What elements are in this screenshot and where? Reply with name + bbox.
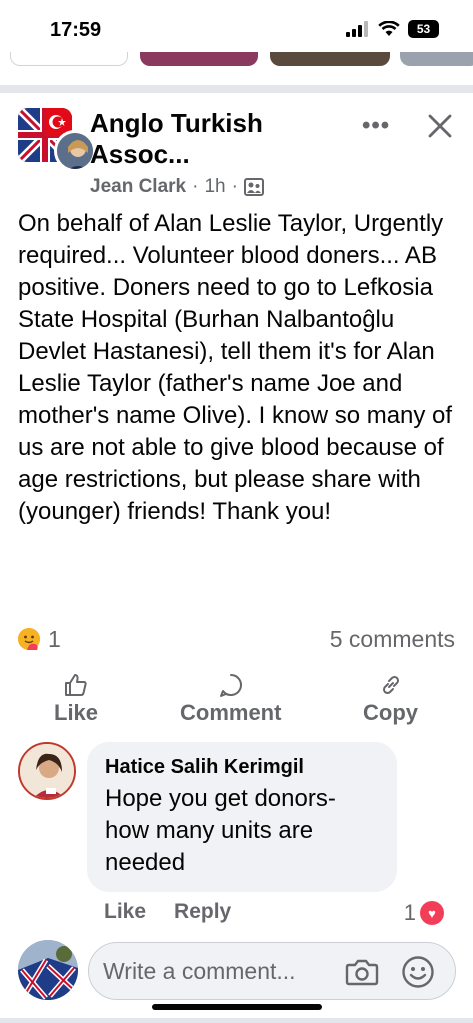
- my-avatar: [18, 940, 78, 1000]
- post-actions: Like Comment Copy: [0, 672, 473, 732]
- like-button[interactable]: Like: [54, 672, 98, 726]
- comment-reaction-count: 1: [403, 900, 416, 925]
- signal-icon: [346, 21, 368, 37]
- previous-content-strip: [0, 52, 473, 70]
- copy-label: Copy: [363, 700, 418, 725]
- feed-divider: [0, 85, 473, 93]
- like-label: Like: [54, 700, 99, 725]
- members-icon: [243, 178, 264, 196]
- comment-label: Comment: [180, 700, 282, 725]
- comment-count[interactable]: 5 comments: [330, 626, 455, 653]
- comment-reactions[interactable]: 1 ♥: [404, 900, 444, 926]
- comment-bubble-icon: [219, 674, 242, 697]
- post-meta: Jean Clark · 1h ·: [90, 176, 264, 198]
- comment-actions: Like Reply: [104, 900, 231, 924]
- status-time: 17:59: [50, 19, 102, 41]
- copy-button[interactable]: Copy: [363, 672, 418, 726]
- group-name[interactable]: Anglo Turkish Assoc...: [90, 108, 360, 170]
- comment-text: Hope you get donors- how many units are …: [105, 785, 336, 876]
- commenter-name[interactable]: Hatice Salih Kerimgil: [105, 756, 379, 779]
- more-options-button[interactable]: •••: [362, 112, 390, 140]
- care-reaction-icon[interactable]: [18, 628, 40, 650]
- emoji-icon[interactable]: [401, 955, 435, 989]
- home-indicator: [152, 1004, 322, 1010]
- thumbs-up-icon: [65, 674, 87, 696]
- meta-separator: ·: [192, 176, 199, 197]
- post-stats: 1 5 comments: [18, 624, 455, 656]
- post-time[interactable]: 1h: [204, 176, 225, 198]
- comment-input-box[interactable]: [88, 942, 456, 1000]
- link-icon: [382, 675, 399, 695]
- wifi-icon: [378, 21, 400, 36]
- close-icon[interactable]: [426, 112, 454, 140]
- reaction-count[interactable]: 1: [48, 626, 61, 653]
- comment-reply-button[interactable]: Reply: [174, 900, 231, 924]
- comment-item: Hatice Salih Kerimgil Hope you get donor…: [18, 742, 458, 932]
- bottom-divider: [0, 1018, 473, 1023]
- comment-composer: [18, 940, 458, 1004]
- comment-like-button[interactable]: Like: [104, 900, 146, 924]
- meta-separator: ·: [231, 176, 238, 197]
- commenter-avatar[interactable]: [18, 742, 76, 800]
- post-text: On behalf of Alan Leslie Taylor, Urgentl…: [18, 210, 453, 525]
- comment-button[interactable]: Comment: [180, 672, 281, 726]
- status-bar: 17:59 53: [0, 0, 473, 52]
- camera-icon[interactable]: [345, 956, 379, 988]
- comment-bubble[interactable]: Hatice Salih Kerimgil Hope you get donor…: [87, 742, 397, 892]
- heart-icon: ♥: [420, 901, 444, 925]
- battery-icon: 53: [408, 20, 439, 38]
- comment-input[interactable]: [103, 955, 333, 987]
- post-header: Anglo Turkish Assoc... Jean Clark · 1h ·…: [18, 104, 458, 200]
- status-icons: 53: [346, 20, 439, 38]
- author-name[interactable]: Jean Clark: [90, 176, 186, 198]
